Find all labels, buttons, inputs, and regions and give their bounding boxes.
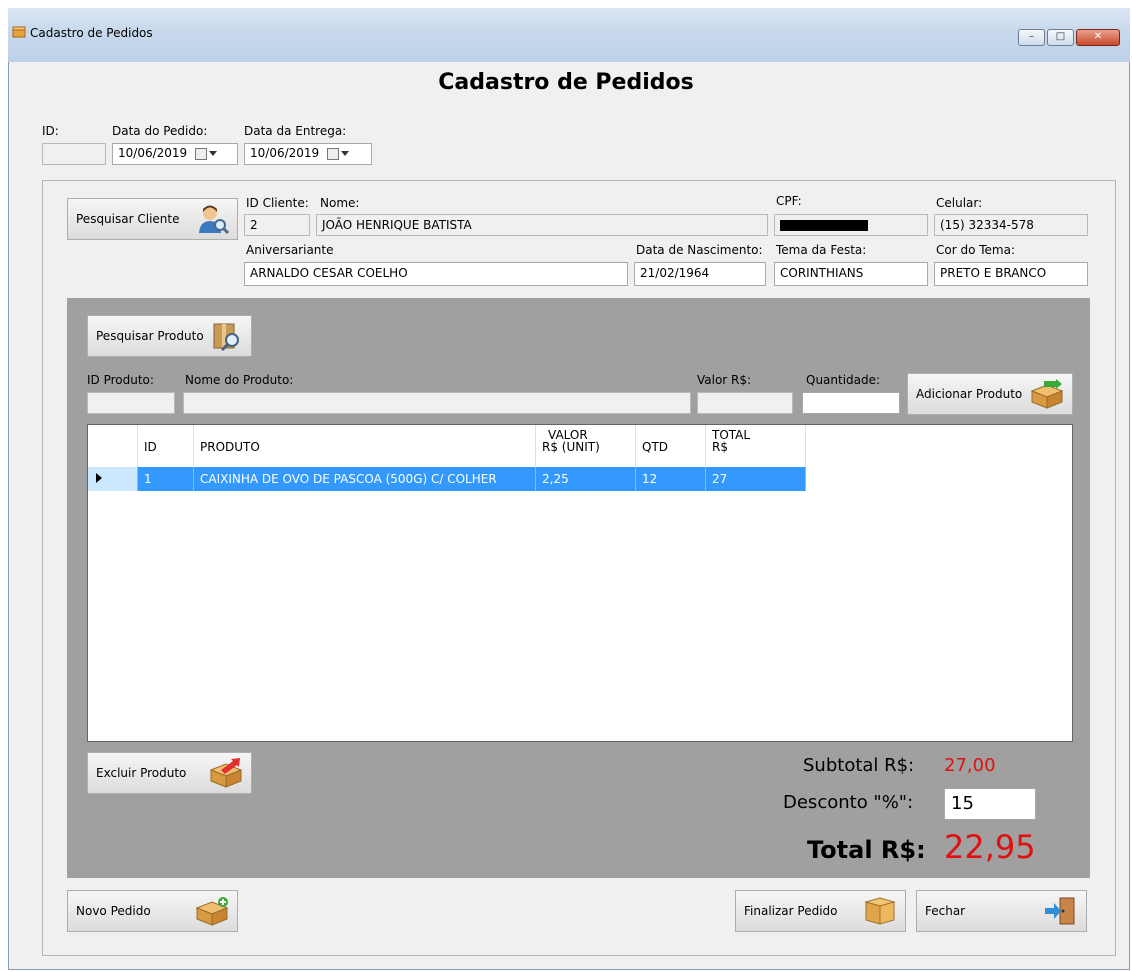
total-label: Total R$: <box>807 836 926 864</box>
box-app-icon <box>12 26 26 38</box>
search-client-button[interactable]: Pesquisar Cliente <box>67 198 238 240</box>
new-order-button[interactable]: Novo Pedido <box>67 890 238 932</box>
delivery-date-value: 10/06/2019 <box>250 146 320 160</box>
product-search-icon <box>213 323 239 352</box>
finish-order-label: Finalizar Pedido <box>744 904 838 918</box>
birthday-person-field[interactable]: ARNALDO CESAR COELHO <box>244 262 628 286</box>
title-bar[interactable] <box>8 8 1130 62</box>
client-name-field[interactable]: JOÃO HENRIQUE BATISTA <box>316 214 768 236</box>
calendar-icon <box>327 147 340 160</box>
maximize-button[interactable]: □ <box>1047 29 1074 46</box>
order-date-picker[interactable]: 10/06/2019 <box>112 143 238 165</box>
search-client-label: Pesquisar Cliente <box>76 212 180 226</box>
theme-label: Tema da Festa: <box>776 243 867 257</box>
window-title: Cadastro de Pedidos <box>30 26 153 40</box>
order-id-label: ID: <box>42 124 59 138</box>
subtotal-value: 27,00 <box>944 755 996 776</box>
page-title: Cadastro de Pedidos <box>438 70 694 95</box>
column-header-total[interactable]: TOTAL R$ <box>706 425 806 467</box>
product-id-label: ID Produto: <box>87 373 154 387</box>
products-table[interactable]: ID PRODUTO VALOR R$ (UNIT) QTD TOTAL R$ … <box>87 424 1073 742</box>
new-order-label: Novo Pedido <box>76 904 151 918</box>
product-id-field[interactable] <box>87 392 175 414</box>
product-name-field[interactable] <box>183 392 691 414</box>
client-id-label: ID Cliente: <box>246 196 309 210</box>
delivery-date-picker[interactable]: 10/06/2019 <box>244 143 372 165</box>
product-name-label: Nome do Produto: <box>185 373 294 387</box>
close-button[interactable]: Fechar <box>916 890 1087 932</box>
delivery-date-label: Data da Entrega: <box>244 124 347 138</box>
chevron-down-icon <box>209 151 218 156</box>
birthdate-field[interactable]: 21/02/1964 <box>634 262 766 286</box>
table-cell-total[interactable]: 27 <box>706 467 806 491</box>
theme-field[interactable]: CORINTHIANS <box>774 262 928 286</box>
chevron-down-icon <box>341 151 350 156</box>
column-header-id[interactable]: ID <box>138 425 194 467</box>
column-header-unit-value[interactable]: VALOR R$ (UNIT) <box>536 425 636 467</box>
subtotal-label: Subtotal R$: <box>803 755 915 776</box>
box-new-icon <box>195 897 229 926</box>
column-header-unit-value-line2: R$ (UNIT) <box>542 440 600 454</box>
table-cell-qty[interactable]: 12 <box>636 467 706 491</box>
remove-product-button[interactable]: Excluir Produto <box>87 752 252 794</box>
cpf-field[interactable] <box>774 214 928 236</box>
close-window-button[interactable]: ✕ <box>1076 29 1120 46</box>
column-header-total-line2: R$ <box>712 440 728 454</box>
quantity-field[interactable] <box>802 392 900 414</box>
birthday-person-label: Aniversariante <box>246 243 334 257</box>
row-header-column <box>88 425 138 467</box>
cpf-redacted-bar <box>780 220 868 231</box>
box-remove-icon <box>209 758 243 788</box>
order-id-field[interactable] <box>42 143 106 165</box>
remove-product-label: Excluir Produto <box>96 766 187 780</box>
finish-order-button[interactable]: Finalizar Pedido <box>735 890 906 932</box>
price-label: Valor R$: <box>697 373 752 387</box>
search-product-button[interactable]: Pesquisar Produto <box>87 315 252 357</box>
column-header-qty[interactable]: QTD <box>636 425 706 467</box>
total-value: 22,95 <box>944 828 1036 866</box>
table-cell-unit-value[interactable]: 2,25 <box>536 467 636 491</box>
birthdate-label: Data de Nascimento: <box>636 243 763 257</box>
discount-label: Desconto "%": <box>783 792 914 813</box>
table-cell-product[interactable]: CAIXINHA DE OVO DE PASCOA (500G) C/ COLH… <box>194 467 536 491</box>
add-product-label: Adicionar Produto <box>916 387 1023 401</box>
theme-color-label: Cor do Tema: <box>936 243 1016 257</box>
row-selector[interactable] <box>88 467 138 491</box>
order-date-label: Data do Pedido: <box>112 124 208 138</box>
order-date-value: 10/06/2019 <box>118 146 188 160</box>
box-add-icon <box>1030 379 1064 409</box>
exit-door-icon <box>1045 897 1075 925</box>
box-closed-icon <box>864 897 896 925</box>
cpf-label: CPF: <box>776 194 802 208</box>
phone-field[interactable]: (15) 32334-578 <box>934 214 1088 236</box>
user-search-icon <box>199 205 229 235</box>
client-name-label: Nome: <box>320 196 360 210</box>
price-field[interactable] <box>697 392 793 414</box>
phone-label: Celular: <box>936 196 983 210</box>
theme-color-field[interactable]: PRETO E BRANCO <box>934 262 1088 286</box>
minimize-button[interactable]: – <box>1018 29 1045 46</box>
calendar-icon <box>195 147 208 160</box>
client-id-field[interactable]: 2 <box>244 214 310 236</box>
search-product-label: Pesquisar Produto <box>96 329 204 343</box>
add-product-button[interactable]: Adicionar Produto <box>907 373 1073 415</box>
quantity-label: Quantidade: <box>806 373 881 387</box>
row-pointer-icon <box>96 473 102 483</box>
column-header-product[interactable]: PRODUTO <box>194 425 536 467</box>
close-label: Fechar <box>925 904 966 918</box>
table-cell-id[interactable]: 1 <box>138 467 194 491</box>
discount-field[interactable]: 15 <box>944 788 1036 820</box>
